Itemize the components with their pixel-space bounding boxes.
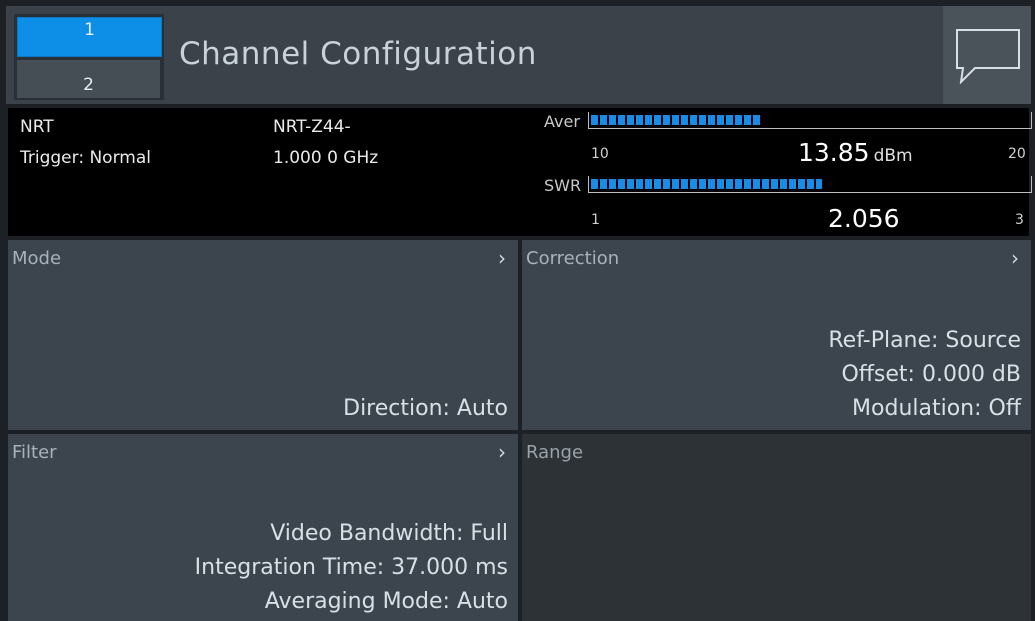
mode-lines: Direction: Auto	[343, 392, 508, 426]
chevron-right-icon: ›	[1011, 246, 1019, 270]
mode-panel[interactable]: Mode › Direction: Auto	[8, 240, 518, 430]
filter-panel[interactable]: Filter › Video Bandwidth: Full Integrati…	[8, 434, 518, 621]
aver-bar	[588, 112, 1032, 129]
aver-number: 13.85	[798, 138, 870, 167]
swr-label: SWR	[544, 176, 582, 195]
range-title: Range	[526, 442, 584, 463]
aver-scale-min: 10	[591, 146, 609, 162]
correction-panel[interactable]: Correction › Ref-Plane: Source Offset: 0…	[522, 240, 1031, 430]
aver-bar-fill	[591, 115, 760, 125]
frequency: 1.000 0 GHz	[273, 148, 379, 168]
channel-tab-2[interactable]: 2	[17, 60, 160, 98]
swr-scale-min: 1	[591, 212, 600, 228]
correction-title: Correction	[526, 248, 620, 269]
swr-value: 2.056	[828, 204, 900, 233]
message-button[interactable]	[943, 6, 1031, 104]
correction-ref-plane: Ref-Plane: Source	[828, 328, 1021, 353]
mode-direction: Direction: Auto	[343, 396, 508, 421]
channel-tabs: 1 2	[14, 14, 164, 100]
aver-label: Aver	[544, 112, 580, 131]
filter-averaging-mode: Averaging Mode: Auto	[264, 589, 508, 614]
correction-modulation: Modulation: Off	[852, 396, 1021, 421]
trigger-mode: Trigger: Normal	[20, 148, 151, 168]
speech-bubble-icon	[956, 29, 1020, 84]
channel-tab-2-label: 2	[83, 75, 94, 95]
range-panel: Range	[522, 434, 1031, 621]
channel-tab-1[interactable]: 1	[17, 17, 162, 57]
swr-scale-max: 3	[1015, 212, 1024, 228]
filter-integration-time: Integration Time: 37.000 ms	[194, 555, 508, 580]
swr-bar	[588, 176, 1032, 193]
filter-lines: Video Bandwidth: Full Integration Time: …	[195, 517, 508, 619]
probe-type: NRT-Z44-	[273, 117, 351, 137]
channel-tab-1-label: 1	[84, 20, 95, 40]
chevron-right-icon: ›	[498, 440, 506, 464]
sensor-name: NRT	[20, 117, 54, 137]
correction-offset: Offset: 0.000 dB	[841, 362, 1021, 387]
status-bar: NRT Trigger: Normal NRT-Z44- 1.000 0 GHz…	[8, 108, 1032, 236]
header: 1 2 Channel Configuration	[6, 6, 1031, 104]
swr-bar-fill	[591, 179, 822, 189]
chevron-right-icon: ›	[498, 246, 506, 270]
correction-lines: Ref-Plane: Source Offset: 0.000 dB Modul…	[828, 324, 1021, 426]
filter-video-bandwidth: Video Bandwidth: Full	[270, 521, 508, 546]
aver-value: 13.85 dBm	[798, 138, 913, 167]
aver-unit: dBm	[873, 146, 913, 166]
mode-title: Mode	[12, 248, 62, 269]
page-title: Channel Configuration	[179, 36, 537, 72]
filter-title: Filter	[12, 442, 57, 463]
screen: 1 2 Channel Configuration NRT Trigger: N…	[0, 0, 1035, 621]
aver-scale-max: 20	[1008, 146, 1026, 162]
